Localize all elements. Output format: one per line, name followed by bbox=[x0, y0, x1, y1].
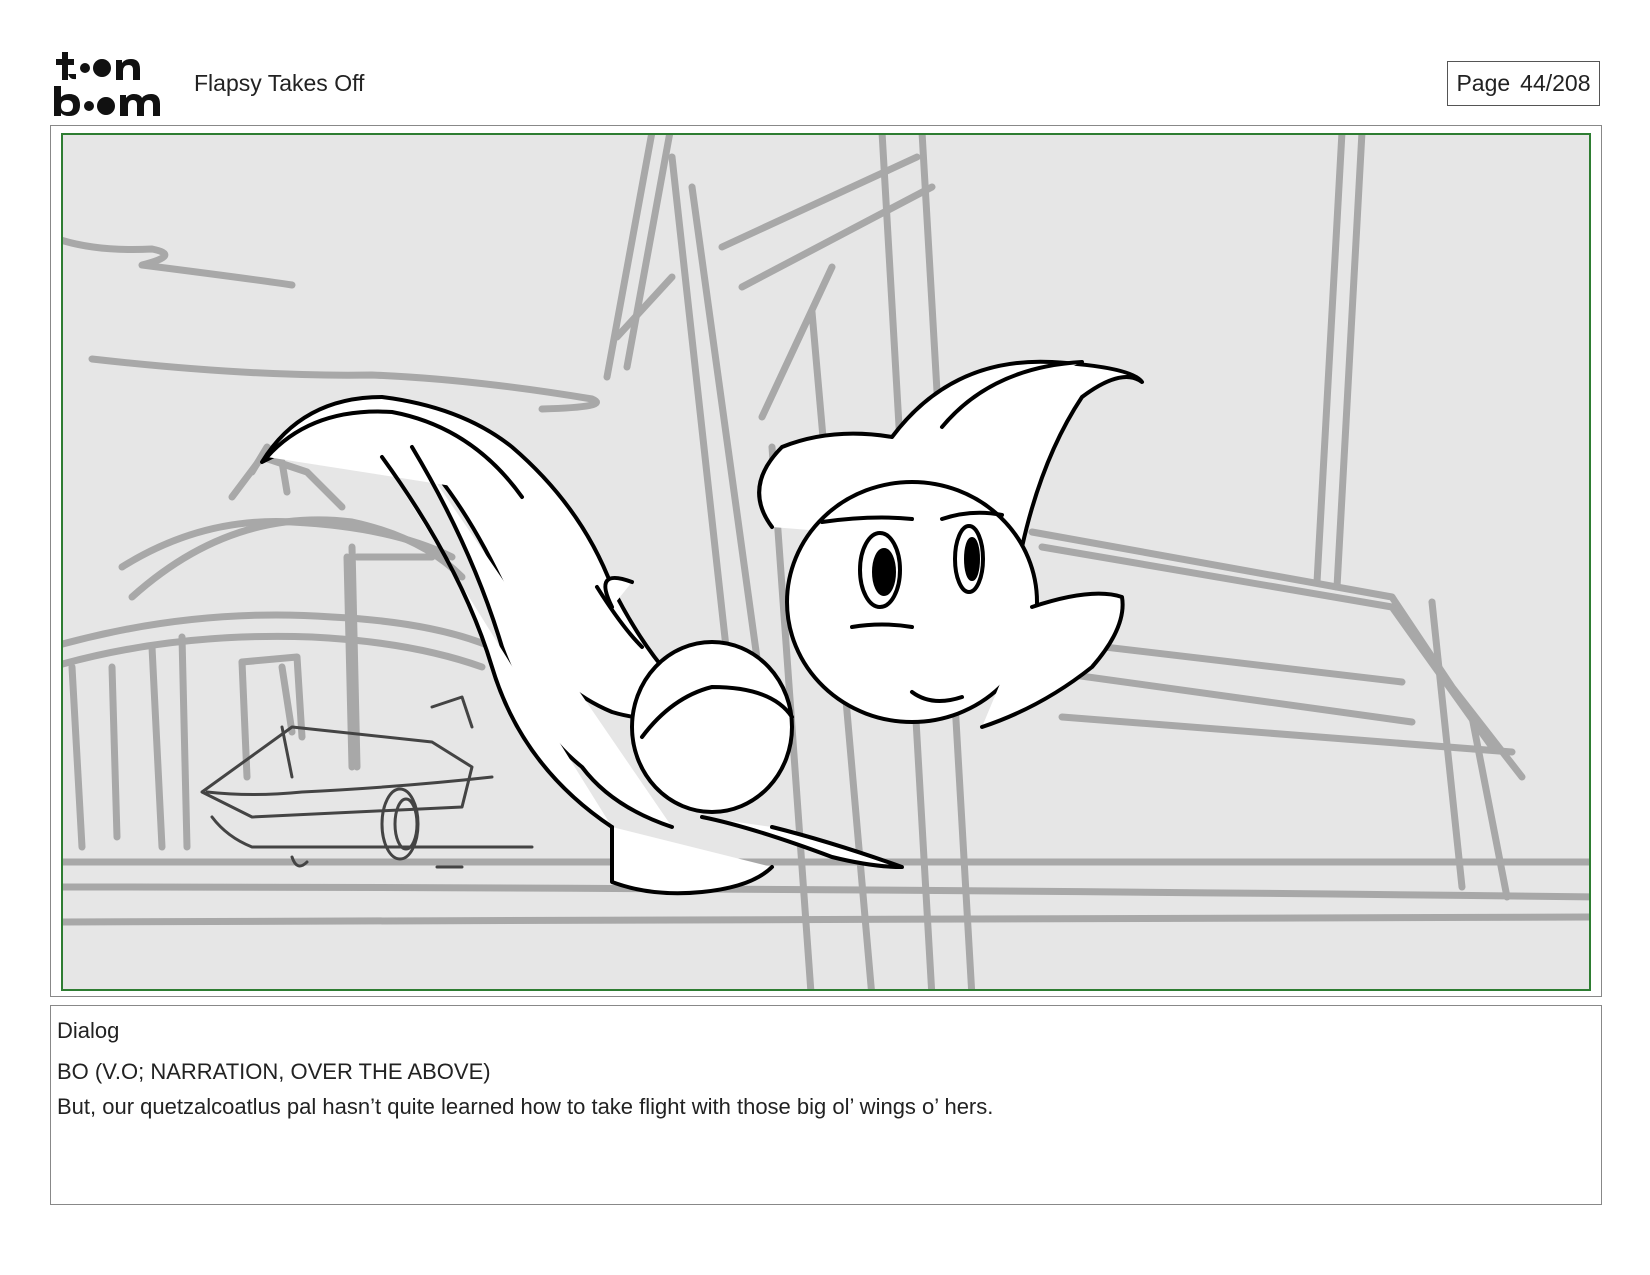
dialog-speaker: BO (V.O; NARRATION, OVER THE ABOVE) bbox=[57, 1059, 491, 1084]
page-header: Flapsy Takes Off Page 44/208 bbox=[0, 0, 1650, 125]
page-indicator: Page 44/208 bbox=[1447, 61, 1600, 106]
page-number: 44/208 bbox=[1520, 70, 1591, 96]
toon-boom-logo bbox=[54, 52, 160, 116]
panel-drawing-frame bbox=[61, 133, 1591, 991]
dialog-heading: Dialog bbox=[57, 1018, 120, 1043]
dialog-line: But, our quetzalcoatlus pal hasn’t quite… bbox=[57, 1094, 994, 1119]
page-label: Page bbox=[1456, 70, 1511, 96]
vehicle-sketch bbox=[200, 695, 534, 869]
storyboard-sketch bbox=[63, 135, 1589, 989]
dialog-box: Dialog BO (V.O; NARRATION, OVER THE ABOV… bbox=[50, 1005, 1602, 1205]
project-title: Flapsy Takes Off bbox=[194, 70, 365, 96]
